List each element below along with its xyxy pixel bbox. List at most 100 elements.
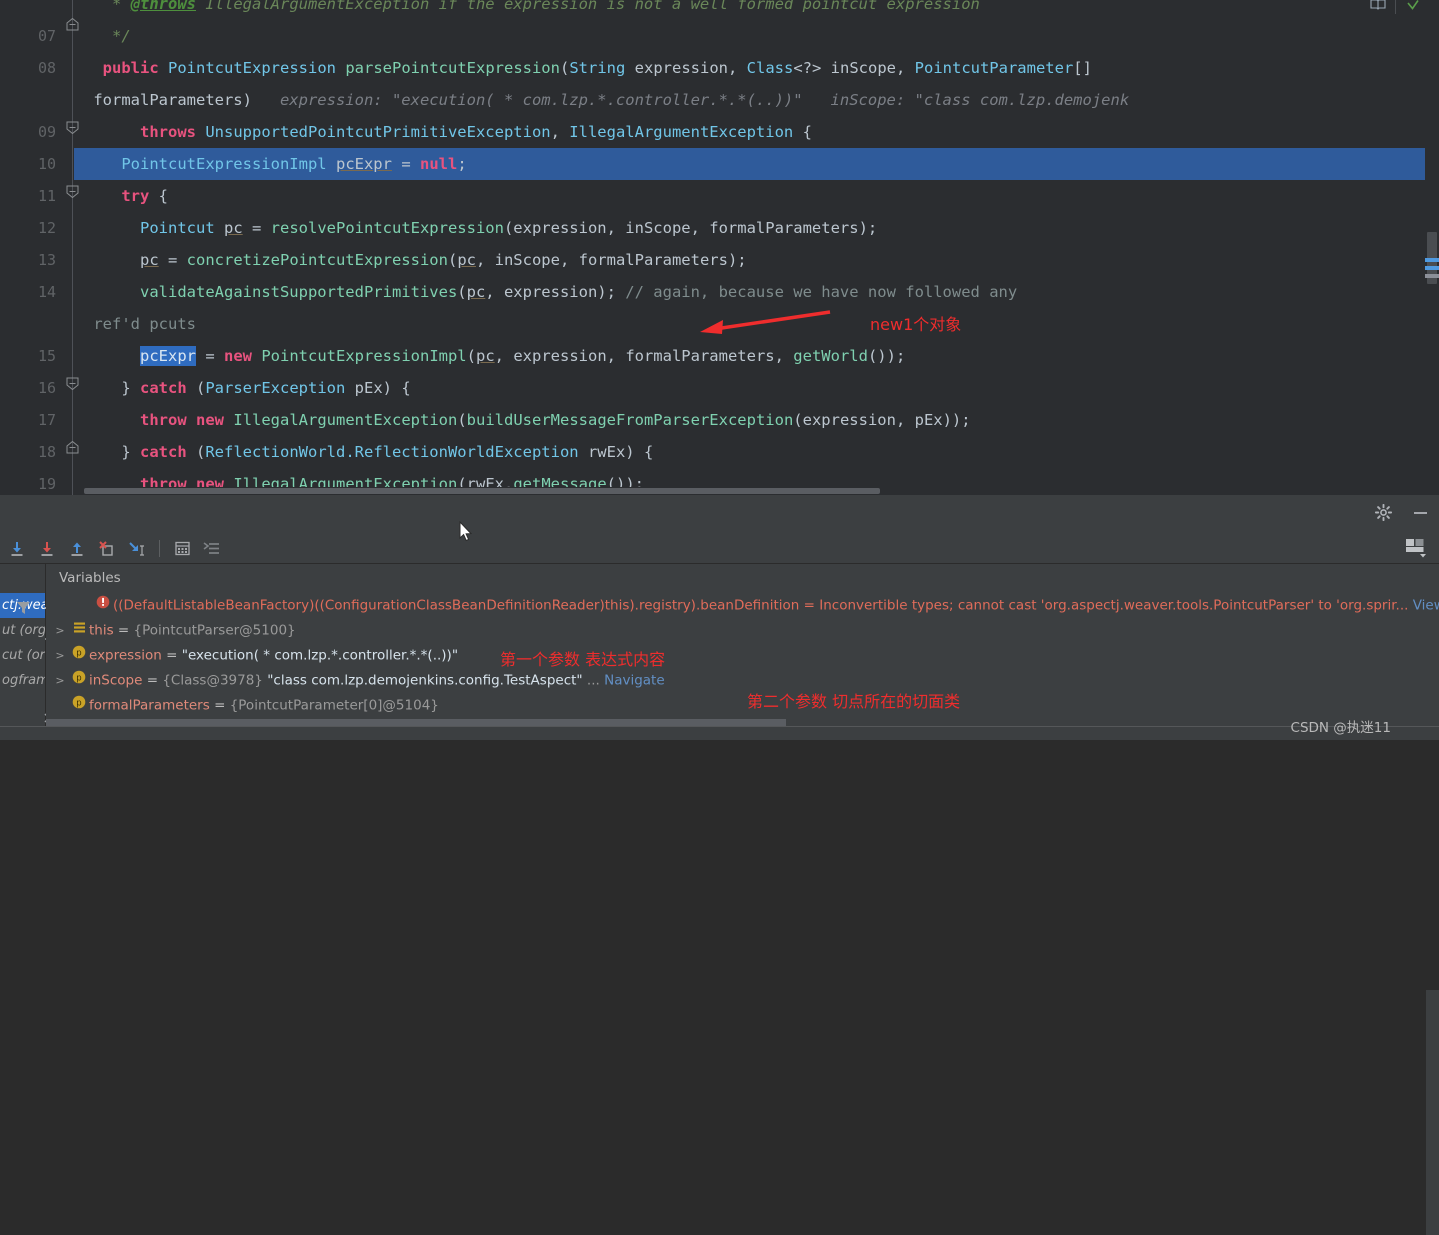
variable-text: = xyxy=(799,597,820,614)
var-row-inscope[interactable]: > p inScope = {Class@3978} "class com.lzp.… xyxy=(46,668,665,693)
code-line[interactable]: 14 validateAgainstSupportedPrimitives(pc… xyxy=(0,276,1439,308)
line-text: Pointcut pc = resolvePointcutExpression(… xyxy=(140,219,878,237)
code-editor[interactable]: * @throws IllegalArgumentException if th… xyxy=(0,0,1439,495)
error-icon xyxy=(93,593,113,618)
debugger-right-strip xyxy=(1426,990,1439,1235)
minimize-icon[interactable] xyxy=(1412,504,1429,525)
param-icon: p xyxy=(69,643,89,668)
fold-marker[interactable] xyxy=(66,369,79,391)
line-number: 17 xyxy=(37,411,56,429)
code-line[interactable]: 12 Pointcut pc = resolvePointcutExpressi… xyxy=(0,212,1439,244)
variable-text: = xyxy=(161,647,182,664)
variable-text: = xyxy=(113,622,134,639)
variable-text: formalParameters xyxy=(89,697,210,714)
line-text: PointcutExpressionImpl pcExpr = null; xyxy=(121,155,467,173)
debugger-tabs[interactable]: Variables xyxy=(0,564,1439,594)
scroll-marker-grey[interactable] xyxy=(1425,274,1439,278)
code-line[interactable]: 13 pc = concretizePointcutExpression(pc,… xyxy=(0,244,1439,276)
line-text: } catch (ParserException pEx) { xyxy=(84,379,411,397)
line-text: public PointcutExpression parsePointcutE… xyxy=(102,59,1092,77)
book-icon[interactable] xyxy=(1370,0,1386,16)
svg-text:p: p xyxy=(76,673,81,683)
variable-text: ((DefaultListableBeanFactory)((Configura… xyxy=(113,597,800,614)
variables-rail[interactable] xyxy=(1,593,57,740)
fold-marker[interactable] xyxy=(66,433,79,454)
fold-marker[interactable] xyxy=(66,10,79,31)
line-number: 12 xyxy=(37,219,56,237)
var-row-this[interactable]: > this = {PointcutParser@5100} xyxy=(46,618,296,643)
variable-text: this xyxy=(89,622,114,639)
variable-text: expression xyxy=(89,647,162,664)
variable-link[interactable]: View xyxy=(1408,598,1439,614)
code-line[interactable]: 07 */ xyxy=(0,20,1439,52)
run-to-cursor-button[interactable] xyxy=(122,536,152,562)
var-row-expression[interactable]: > p expression = "execution( * com.lzp.*.c… xyxy=(46,643,458,668)
annotation-new-object: new1个对象 xyxy=(870,315,962,334)
variable-text: {PointcutParameter[0]@5104} xyxy=(229,697,439,714)
variable-text: {PointcutParser@5100} xyxy=(133,622,296,639)
line-text: try { xyxy=(121,187,168,205)
var-row-error[interactable]: ((DefaultListableBeanFactory)((Configura… xyxy=(46,593,1439,618)
code-line[interactable]: 18 } catch (ReflectionWorld.ReflectionWo… xyxy=(0,436,1439,468)
line-text: formalParameters) expression: "execution… xyxy=(84,91,1130,109)
scroll-marker-blue-1[interactable] xyxy=(1425,258,1439,262)
variable-text: inScope xyxy=(89,672,143,689)
expand-caret-icon[interactable]: > xyxy=(51,618,69,643)
param-icon: p xyxy=(69,668,89,693)
expand-caret-icon[interactable]: > xyxy=(51,643,69,668)
code-line[interactable]: 15 pcExpr = new PointcutExpressionImpl(p… xyxy=(0,340,1439,372)
scroll-marker-blue-2[interactable] xyxy=(1425,266,1439,270)
variables-tree[interactable]: ((DefaultListableBeanFactory)((Configura… xyxy=(46,593,1439,740)
code-line[interactable]: * @throws IllegalArgumentException if th… xyxy=(0,0,1439,20)
code-line[interactable]: 11 try { xyxy=(0,180,1439,212)
debugger-panel[interactable]: Variables ctj.weaut (org.cut (orgogfram xyxy=(0,495,1439,1235)
param-icon: p xyxy=(69,693,89,718)
editor-hscrollbar[interactable] xyxy=(84,487,1425,495)
frame-icon xyxy=(69,618,89,643)
fold-marker[interactable] xyxy=(66,113,79,135)
line-text: throws UnsupportedPointcutPrimitiveExcep… xyxy=(140,123,812,141)
layout-settings-button[interactable] xyxy=(1403,536,1427,560)
annotation-first-param: 第一个参数 表达式内容 xyxy=(500,650,666,669)
debugger-header xyxy=(0,495,1439,535)
code-lines[interactable]: * @throws IllegalArgumentException if th… xyxy=(0,0,1439,495)
line-text: pc = concretizePointcutExpression(pc, in… xyxy=(140,251,747,269)
code-line[interactable]: 10 PointcutExpressionImpl pcExpr = null; xyxy=(0,148,1439,180)
tab-variables[interactable]: Variables xyxy=(48,564,132,593)
line-number: 11 xyxy=(37,187,56,205)
editor-scrollbar[interactable] xyxy=(1425,0,1439,495)
step-over-button[interactable] xyxy=(2,536,32,562)
show-execution-point-button[interactable] xyxy=(197,536,227,562)
code-line[interactable]: 08 public PointcutExpression parsePointc… xyxy=(0,52,1439,84)
code-line[interactable]: formalParameters) expression: "execution… xyxy=(0,84,1439,116)
line-number: 19 xyxy=(37,475,56,493)
line-number: 07 xyxy=(37,27,56,45)
step-out-button[interactable] xyxy=(62,536,92,562)
drop-frame-button[interactable] xyxy=(92,536,122,562)
annotation-arrow-icon xyxy=(695,310,835,340)
variable-text: "class com.lzp.demojenkins.config.TestAs… xyxy=(267,672,583,689)
variable-link[interactable]: Navigate xyxy=(604,673,665,689)
debugger-header-icons[interactable] xyxy=(1374,503,1429,525)
variable-text: {Class@3978} xyxy=(162,672,268,689)
checkmark-icon[interactable] xyxy=(1405,0,1421,16)
variable-text: ... xyxy=(582,672,605,689)
line-number: 16 xyxy=(37,379,56,397)
settings-gear-icon[interactable] xyxy=(1374,503,1393,525)
watermark: CSDN @执迷11 xyxy=(1290,720,1391,736)
expand-caret-icon[interactable]: > xyxy=(51,668,69,693)
fold-marker[interactable] xyxy=(66,177,79,199)
code-line[interactable]: 17 throw new IllegalArgumentException(bu… xyxy=(0,404,1439,436)
code-line[interactable]: 09 throws UnsupportedPointcutPrimitiveEx… xyxy=(0,116,1439,148)
evaluate-expression-button[interactable] xyxy=(167,536,197,562)
var-row-formalparameters[interactable]: p formalParameters = {PointcutParameter[0… xyxy=(46,693,439,718)
code-line[interactable]: 16 } catch (ParserException pEx) { xyxy=(0,372,1439,404)
editor-top-icons[interactable] xyxy=(1370,0,1421,16)
line-number: 18 xyxy=(37,443,56,461)
line-number: 13 xyxy=(37,251,56,269)
mouse-cursor xyxy=(459,520,473,542)
debugger-toolbar[interactable] xyxy=(0,534,1439,564)
line-number: 10 xyxy=(37,155,56,173)
step-into-button[interactable] xyxy=(32,536,62,562)
editor-hscroll-thumb[interactable] xyxy=(84,488,880,494)
